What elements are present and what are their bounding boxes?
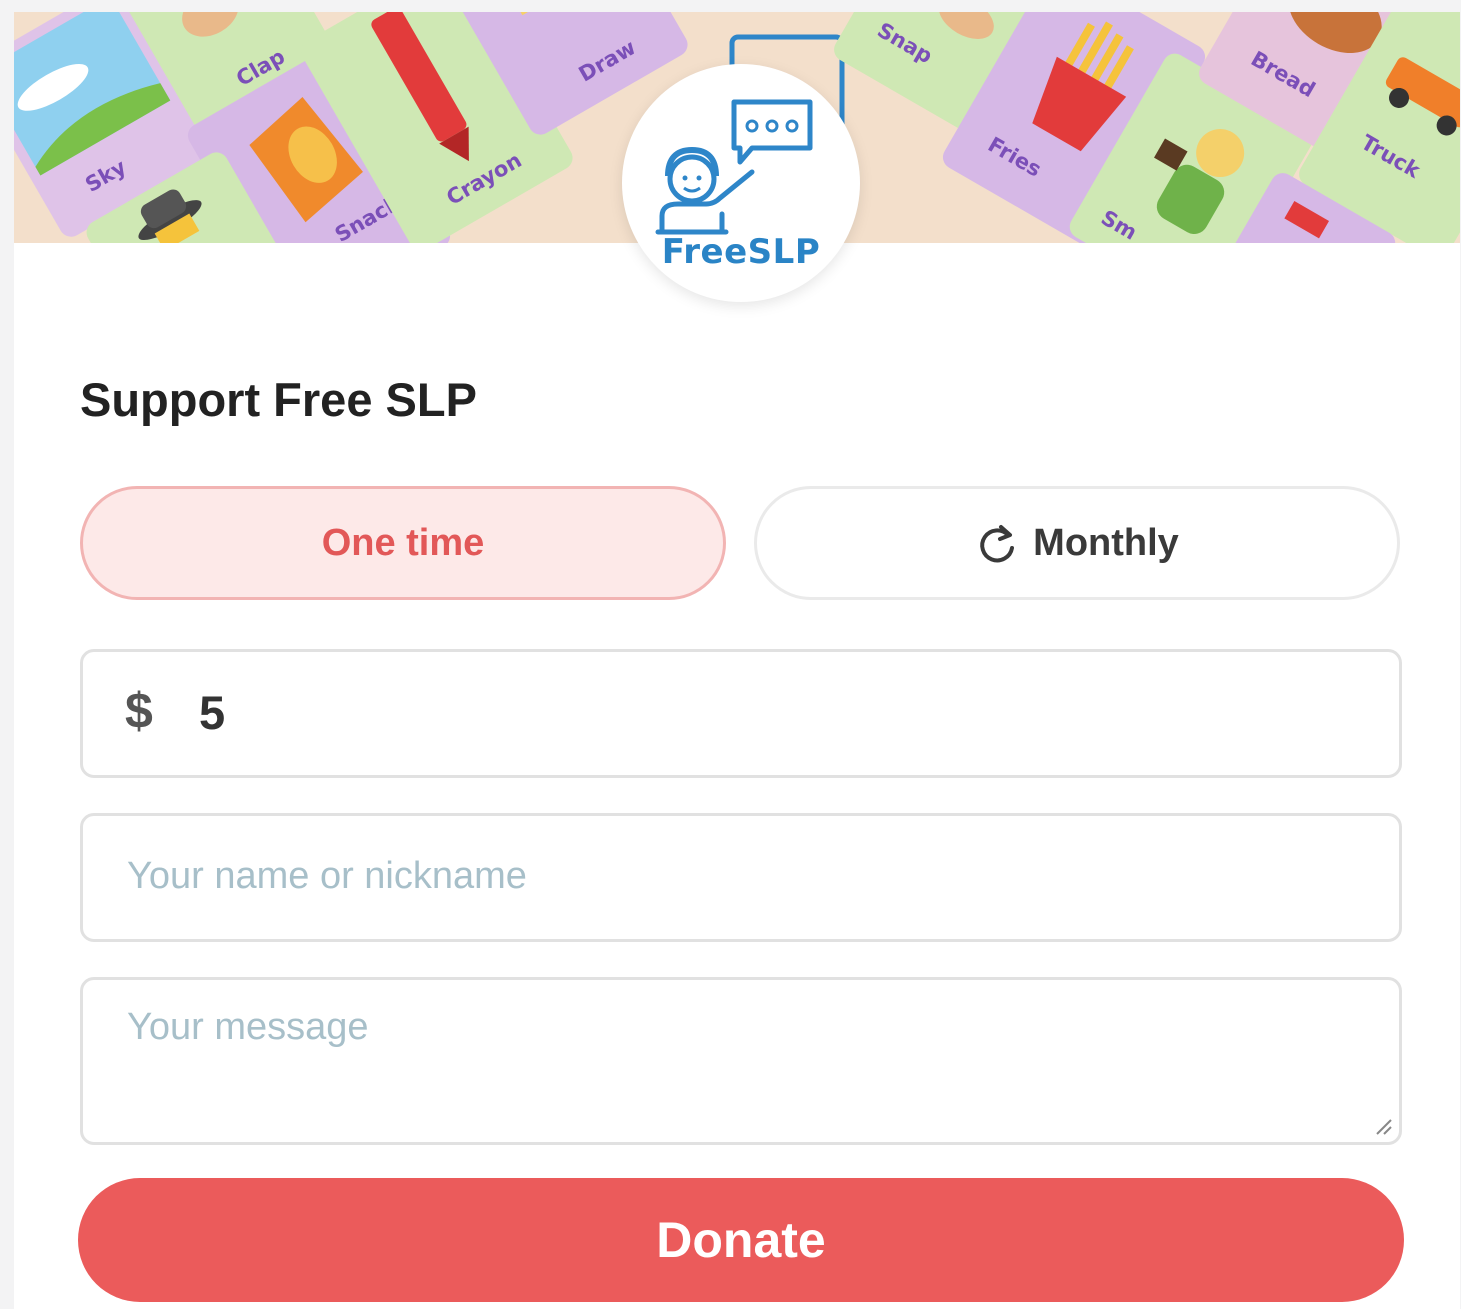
one-time-label: One time xyxy=(321,521,485,564)
donation-widget: Sky Clap Snack Crayon Draw Snap Fries Sm… xyxy=(14,12,1460,1309)
resize-handle-icon[interactable] xyxy=(1373,1116,1393,1136)
message-field[interactable] xyxy=(80,977,1402,1145)
donate-button[interactable]: Donate xyxy=(78,1178,1404,1302)
monthly-label: Monthly xyxy=(1033,521,1179,564)
page-title: Support Free SLP xyxy=(80,373,477,426)
amount-input[interactable] xyxy=(199,676,1299,748)
message-input[interactable] xyxy=(127,1006,1347,1116)
monthly-toggle[interactable]: Monthly xyxy=(754,486,1400,600)
refresh-icon xyxy=(975,521,1019,565)
one-time-toggle[interactable]: One time xyxy=(80,486,726,600)
currency-symbol: $ xyxy=(125,683,153,739)
logo-wordmark: FreeSLP xyxy=(661,232,821,272)
amount-field[interactable]: $ xyxy=(80,649,1402,778)
name-field[interactable] xyxy=(80,813,1402,942)
name-input[interactable] xyxy=(127,840,1327,912)
freeslp-logo: FreeSLP xyxy=(622,64,860,302)
